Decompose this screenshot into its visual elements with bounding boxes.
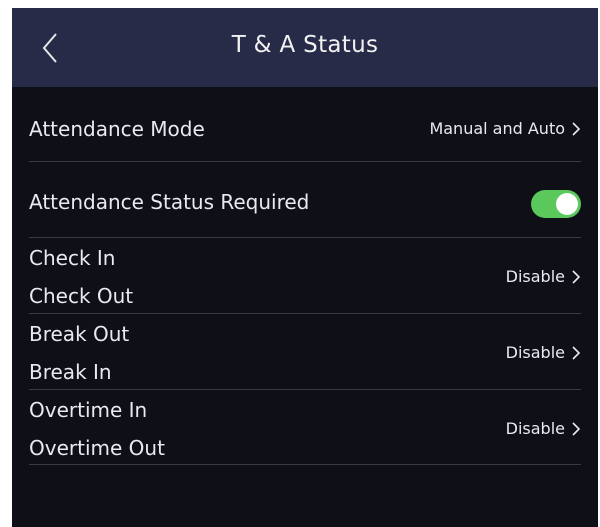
break-out-label: Break Out [29,322,130,346]
attendance-status-required-label: Attendance Status Required [29,190,310,214]
page-title: T & A Status [231,32,379,58]
screen: T & A Status Attendance Mode Manual and … [12,8,598,527]
attendance-mode-value[interactable]: Manual and Auto [429,119,581,138]
check-status-row[interactable]: Check In Check Out Disable [29,243,581,313]
header-bar: T & A Status [12,8,598,87]
overtime-in-label: Overtime In [29,398,148,422]
divider [29,389,581,390]
attendance-mode-row[interactable]: Attendance Mode Manual and Auto [29,111,581,151]
check-status-value-text: Disable [505,267,565,286]
divider [29,464,581,465]
divider [29,237,581,238]
overtime-out-label: Overtime Out [29,436,165,460]
chevron-right-icon [572,345,581,360]
check-status-value[interactable]: Disable [506,267,581,286]
break-status-value[interactable]: Disable [506,343,581,362]
attendance-status-required-toggle[interactable] [531,190,581,218]
break-status-row[interactable]: Break Out Break In Disable [29,319,581,389]
break-in-label: Break In [29,360,112,384]
break-status-value-text: Disable [505,343,565,362]
attendance-mode-label: Attendance Mode [29,117,205,141]
overtime-status-row[interactable]: Overtime In Overtime Out Disable [29,395,581,465]
chevron-right-icon [572,269,581,284]
check-out-label: Check Out [29,284,134,308]
chevron-right-icon [572,121,581,136]
divider [29,161,581,162]
check-in-label: Check In [29,246,116,270]
attendance-mode-value-text: Manual and Auto [429,119,565,138]
attendance-status-required-row: Attendance Status Required [29,186,581,226]
chevron-right-icon [572,421,581,436]
toggle-knob [556,193,578,215]
overtime-status-value-text: Disable [505,419,565,438]
divider [29,313,581,314]
overtime-status-value[interactable]: Disable [506,419,581,438]
